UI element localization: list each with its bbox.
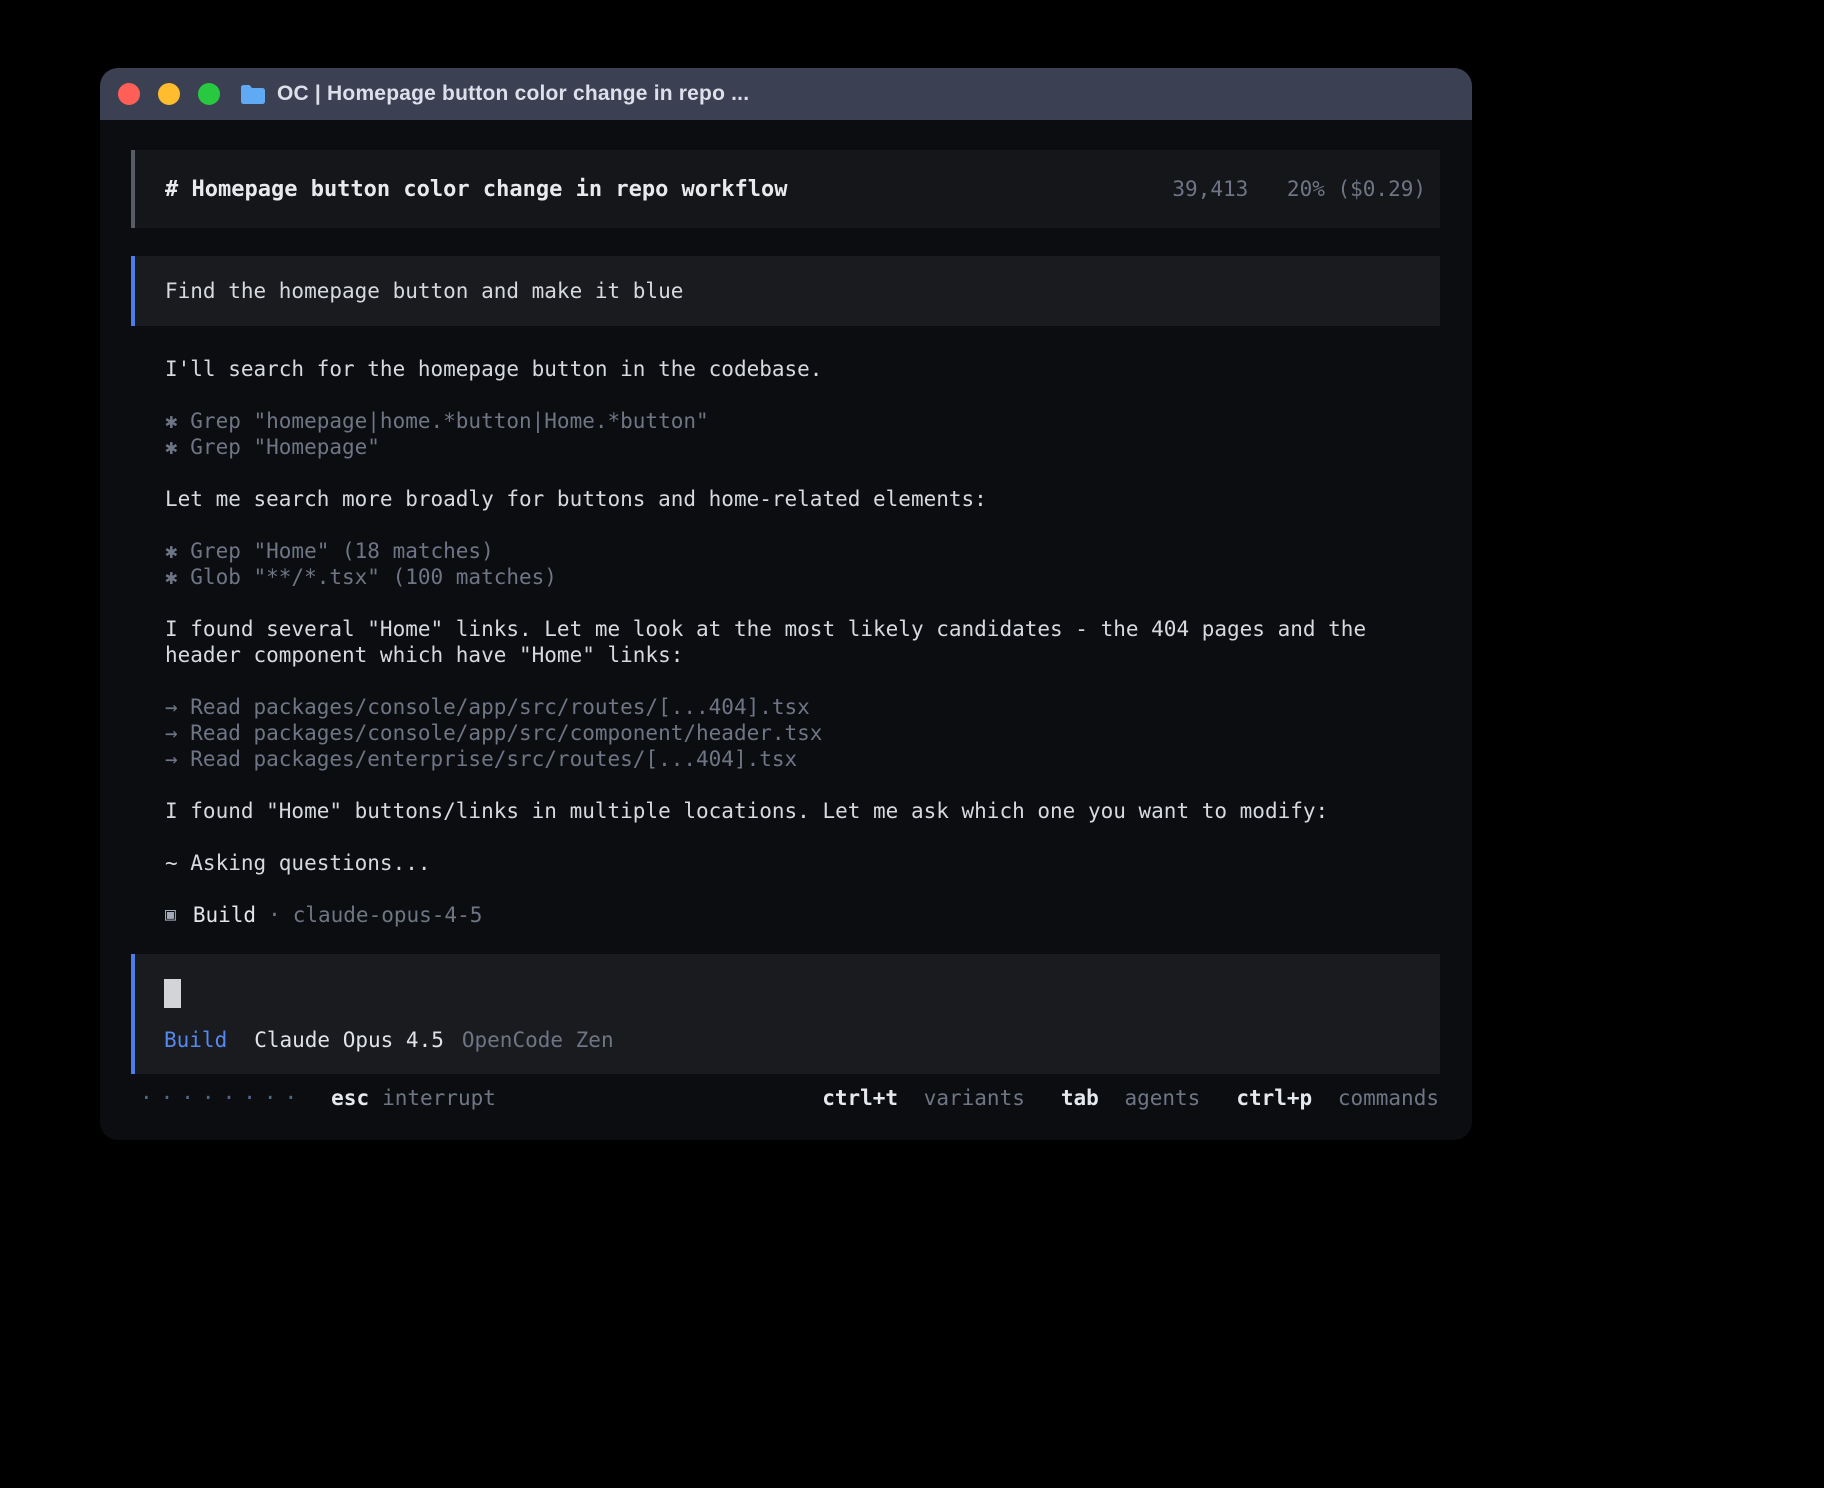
session-header: # Homepage button color change in repo w…: [131, 150, 1440, 228]
folder-icon: [240, 84, 266, 105]
assistant-message: I'll search for the homepage button in t…: [165, 356, 1440, 382]
agents-label: agents: [1124, 1086, 1200, 1110]
build-status-icon: ▣: [165, 902, 176, 928]
terminal-content: # Homepage button color change in repo w…: [100, 120, 1472, 1110]
tool-call-read: → Read packages/enterprise/src/routes/[.…: [165, 746, 1440, 772]
shortcut-variants: ctrl+t variants: [822, 1086, 1025, 1110]
provider-name: OpenCode Zen: [462, 1028, 614, 1052]
tool-call-read: → Read packages/console/app/src/routes/[…: [165, 694, 1440, 720]
close-button[interactable]: [118, 83, 140, 105]
transcript: I'll search for the homepage button in t…: [131, 356, 1440, 928]
model-row: Build Claude Opus 4.5 OpenCode Zen: [164, 1028, 1411, 1052]
assistant-message: I found "Home" buttons/links in multiple…: [165, 798, 1440, 824]
tool-call-glob: ✱ Glob "**/*.tsx" (100 matches): [165, 564, 1440, 590]
window-title: OC | Homepage button color change in rep…: [277, 82, 749, 106]
agent-mode-label: Build: [164, 1028, 227, 1052]
context-usage: 20% ($0.29): [1287, 177, 1426, 201]
tool-call-grep: ✱ Grep "Homepage": [165, 434, 1440, 460]
model-name: Claude Opus 4.5: [254, 1028, 444, 1052]
ctrl-p-key-hint: ctrl+p: [1236, 1086, 1312, 1110]
variants-label: variants: [924, 1086, 1025, 1110]
titlebar: OC | Homepage button color change in rep…: [100, 68, 1472, 120]
token-count: 39,413: [1172, 177, 1248, 201]
session-stats: 39,413 20% ($0.29): [1172, 177, 1426, 201]
agent-status-row: ▣ Build · claude-opus-4-5: [165, 902, 1440, 928]
assistant-message: I found several "Home" links. Let me loo…: [165, 616, 1440, 668]
agent-name: Build: [193, 902, 256, 928]
esc-action-label: interrupt: [382, 1086, 496, 1110]
text-cursor: [164, 979, 181, 1008]
session-title: # Homepage button color change in repo w…: [165, 177, 788, 202]
traffic-lights: [118, 83, 220, 105]
tool-call-grep: ✱ Grep "homepage|home.*button|Home.*butt…: [165, 408, 1440, 434]
separator-dot: ·: [268, 902, 281, 928]
statusbar: ········ esc interrupt ctrl+t variants t…: [131, 1086, 1440, 1110]
assistant-status-message: ~ Asking questions...: [165, 850, 1440, 876]
zoom-button[interactable]: [198, 83, 220, 105]
user-message-text: Find the homepage button and make it blu…: [165, 279, 683, 303]
ctrl-t-key-hint: ctrl+t: [822, 1086, 898, 1110]
shortcut-agents: tab agents: [1061, 1086, 1200, 1110]
commands-label: commands: [1338, 1086, 1439, 1110]
tab-key-hint: tab: [1061, 1086, 1099, 1110]
assistant-message: Let me search more broadly for buttons a…: [165, 486, 1440, 512]
shortcut-commands: ctrl+p commands: [1236, 1086, 1439, 1110]
message-input[interactable]: Build Claude Opus 4.5 OpenCode Zen: [131, 954, 1440, 1074]
spinner-dots: ········: [140, 1086, 305, 1110]
esc-key-hint: esc: [331, 1086, 369, 1110]
minimize-button[interactable]: [158, 83, 180, 105]
model-id: claude-opus-4-5: [293, 902, 483, 928]
tool-call-grep: ✱ Grep "Home" (18 matches): [165, 538, 1440, 564]
terminal-window: OC | Homepage button color change in rep…: [100, 68, 1472, 1140]
user-message: Find the homepage button and make it blu…: [131, 256, 1440, 326]
tool-call-read: → Read packages/console/app/src/componen…: [165, 720, 1440, 746]
